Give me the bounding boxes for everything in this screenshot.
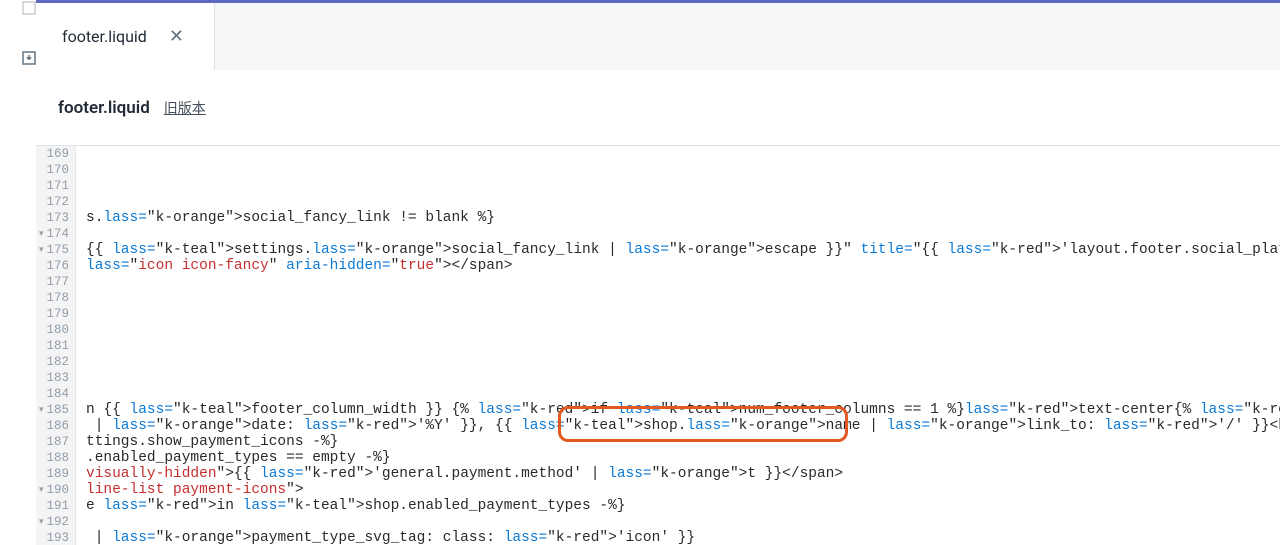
file-sidebar: Templates Sections 新增 section {/}advance… bbox=[0, 0, 36, 545]
file-title: footer.liquid bbox=[58, 98, 150, 118]
code-editor[interactable]: 169170171172173▾174▾17517617717817918018… bbox=[36, 146, 1280, 545]
editor-main: footer.liquid ✕ footer.liquid 旧版本 删除 保存 … bbox=[36, 0, 1280, 545]
code-area[interactable]: s.lass="k-orange">social_fancy_link != b… bbox=[84, 146, 1280, 545]
square-icon bbox=[20, 0, 36, 17]
close-icon[interactable]: ✕ bbox=[165, 22, 188, 51]
tab-footer[interactable]: footer.liquid ✕ bbox=[36, 3, 215, 70]
tab-bar: footer.liquid ✕ bbox=[36, 0, 1280, 70]
file-header: footer.liquid 旧版本 删除 保存 bbox=[36, 70, 1280, 146]
tab-label: footer.liquid bbox=[62, 27, 147, 46]
old-version-link[interactable]: 旧版本 bbox=[164, 98, 206, 118]
download-icon bbox=[20, 49, 36, 67]
line-gutter: 169170171172173▾174▾17517617717817918018… bbox=[36, 146, 76, 545]
